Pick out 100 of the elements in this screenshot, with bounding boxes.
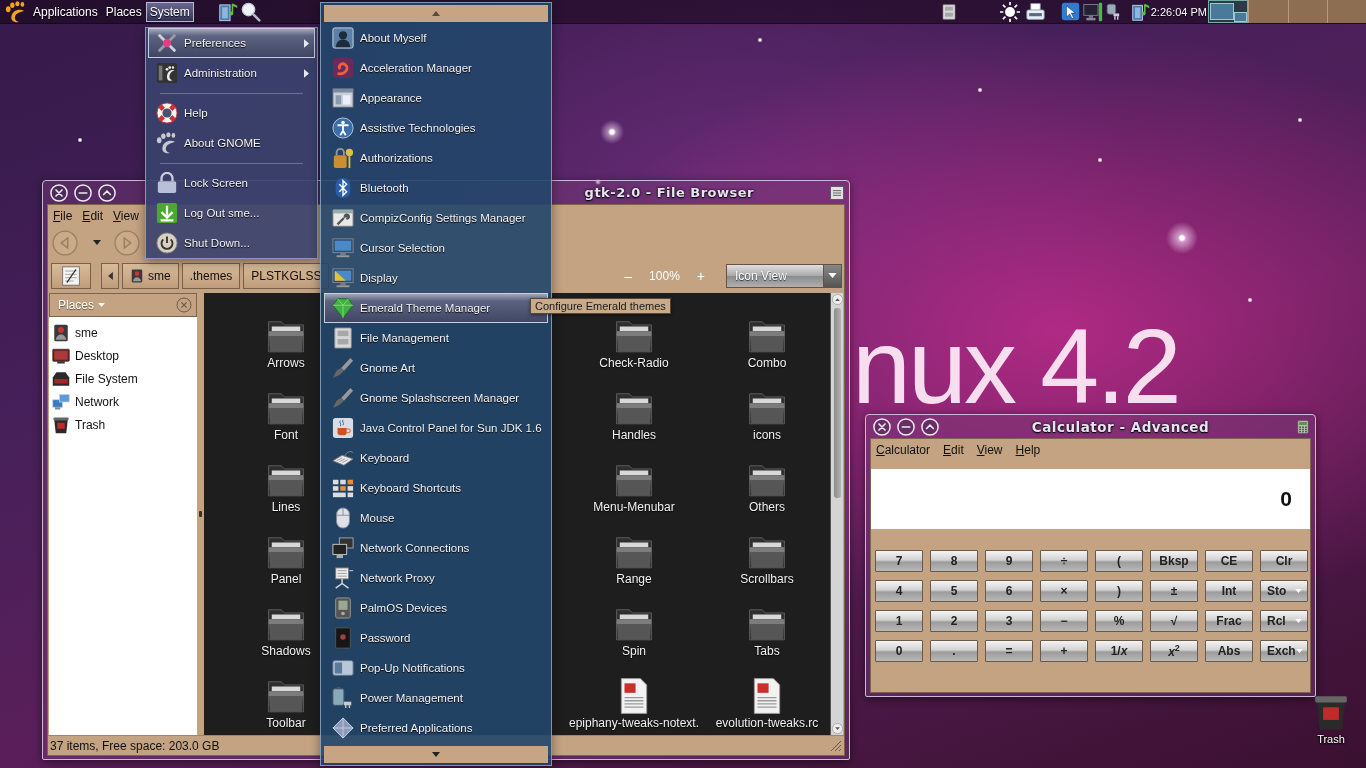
- minimize-button[interactable]: [74, 183, 92, 202]
- calculator-key[interactable]: Frac: [1205, 610, 1253, 632]
- cursor-icon[interactable]: [1060, 2, 1080, 21]
- workspace-tile[interactable]: [1248, 0, 1288, 23]
- calculator-key[interactable]: 0: [875, 640, 923, 662]
- menu-item[interactable]: Network Proxy: [324, 563, 548, 593]
- scrollbar-track[interactable]: [830, 293, 843, 735]
- folder-item[interactable]: Spin: [615, 605, 653, 659]
- menu-item[interactable]: Preferences: [148, 28, 315, 58]
- menu-item[interactable]: Keyboard: [324, 443, 548, 473]
- calculator-key[interactable]: 9: [985, 550, 1033, 572]
- folder-item[interactable]: Range: [615, 533, 653, 587]
- menu-item[interactable]: Shut Down...: [148, 228, 315, 258]
- menu-item[interactable]: About Myself: [324, 23, 548, 53]
- sidebar-item[interactable]: File System: [49, 367, 197, 390]
- calculator-key[interactable]: 6: [985, 580, 1033, 602]
- resize-grip-icon[interactable]: [830, 739, 842, 752]
- menu-item[interactable]: View: [108, 209, 144, 223]
- menu-item[interactable]: View: [971, 443, 1008, 457]
- menu-item[interactable]: Pop-Up Notifications: [324, 653, 548, 683]
- calculator-key[interactable]: ±: [1150, 580, 1198, 602]
- printer-icon[interactable]: [1024, 2, 1046, 21]
- menu-item[interactable]: Gnome Splashscreen Manager: [324, 383, 548, 413]
- close-sidebar-button[interactable]: [176, 297, 192, 313]
- calculator-key[interactable]: x$^{2}$: [1150, 640, 1198, 662]
- sidebar-item[interactable]: Trash: [49, 413, 197, 436]
- pane-splitter-handle[interactable]: [199, 511, 202, 517]
- panel-menu-button[interactable]: System: [145, 1, 194, 22]
- folder-item[interactable]: Lines: [267, 461, 305, 515]
- document-item[interactable]: evolution-tweaks.rc: [715, 677, 819, 731]
- menu-item[interactable]: Bluetooth: [324, 173, 548, 203]
- folder-item[interactable]: Font: [267, 389, 305, 443]
- workspace-tile[interactable]: [1326, 0, 1366, 23]
- menu-item[interactable]: Help: [148, 98, 315, 128]
- calculator-key[interactable]: .: [930, 640, 978, 662]
- workspace-tile[interactable]: [1208, 0, 1249, 23]
- menu-item[interactable]: File: [48, 209, 78, 223]
- calculator-key[interactable]: √: [1150, 610, 1198, 632]
- menu-item[interactable]: Mouse: [324, 503, 548, 533]
- edit-location-button[interactable]: [51, 262, 91, 289]
- calculator-key[interactable]: CE: [1205, 550, 1253, 572]
- folder-item[interactable]: Tabs: [748, 605, 786, 659]
- folder-item[interactable]: Toolbar: [266, 677, 306, 731]
- scrollbar-thumb[interactable]: [833, 308, 841, 498]
- menu-item[interactable]: Appearance: [324, 83, 548, 113]
- calculator-key[interactable]: ×: [1040, 580, 1088, 602]
- menu-item[interactable]: Edit: [77, 209, 109, 223]
- menu-item[interactable]: Preferred Applications: [324, 713, 548, 743]
- menu-item[interactable]: Edit: [938, 443, 969, 457]
- menu-item[interactable]: Power Management: [324, 683, 548, 713]
- folder-item[interactable]: Check-Radio: [599, 317, 669, 371]
- folder-item[interactable]: icons: [748, 389, 786, 443]
- folder-item[interactable]: Handles: [612, 389, 656, 443]
- calculator-icon[interactable]: [1296, 418, 1310, 435]
- menu-item[interactable]: Password: [324, 623, 548, 653]
- plug-icon[interactable]: [1104, 1, 1122, 22]
- calculator-key[interactable]: 5: [930, 580, 978, 602]
- path-button[interactable]: sme: [122, 262, 179, 289]
- menu-item[interactable]: CompizConfig Settings Manager: [324, 203, 548, 233]
- calculator-key[interactable]: Clr: [1260, 550, 1308, 572]
- panel-menu-button[interactable]: Places: [101, 1, 146, 22]
- menu-item[interactable]: Keyboard Shortcuts: [324, 473, 548, 503]
- calculator-key[interactable]: Sto: [1260, 580, 1308, 602]
- folder-item[interactable]: Shadows: [261, 605, 311, 659]
- close-button[interactable]: [50, 183, 68, 202]
- menu-item[interactable]: Authorizations: [324, 143, 548, 173]
- calculator-key[interactable]: Rcl: [1260, 610, 1308, 632]
- menu-item[interactable]: Lock Screen: [148, 168, 315, 198]
- sidebar-item[interactable]: sme: [49, 321, 197, 344]
- folder-item[interactable]: Scrollbars: [740, 533, 794, 587]
- search-icon[interactable]: [240, 1, 261, 22]
- path-scroll-button[interactable]: [101, 262, 119, 289]
- calculator-key[interactable]: ÷: [1040, 550, 1088, 572]
- clock[interactable]: 2:26:04 PM: [1150, 5, 1207, 18]
- calculator-key[interactable]: Int: [1205, 580, 1253, 602]
- window-menu-icon[interactable]: [830, 185, 844, 200]
- maximize-button[interactable]: [921, 417, 939, 436]
- menu-item[interactable]: Log Out sme...: [148, 198, 315, 228]
- menu-item[interactable]: Assistive Technologies: [324, 113, 548, 143]
- menu-item[interactable]: Cursor Selection: [324, 233, 548, 263]
- calculator-key[interactable]: 8: [930, 550, 978, 572]
- menu-item[interactable]: Help: [1010, 443, 1046, 457]
- calculator-key[interactable]: +: [1040, 640, 1088, 662]
- calculator-key[interactable]: 7: [875, 550, 923, 572]
- cabinet-icon[interactable]: [940, 2, 957, 21]
- calculator-key[interactable]: Abs: [1205, 640, 1253, 662]
- folder-item[interactable]: Panel: [267, 533, 305, 587]
- calculator-key[interactable]: 2: [930, 610, 978, 632]
- calculator-key[interactable]: Bksp: [1150, 550, 1198, 572]
- monitor-icon[interactable]: [1082, 1, 1103, 22]
- sidebar-item[interactable]: Network: [49, 390, 197, 413]
- folder-item[interactable]: Arrows: [267, 317, 305, 371]
- desktop-trash-item[interactable]: Trash: [1306, 693, 1356, 745]
- menu-item[interactable]: PalmOS Devices: [324, 593, 548, 623]
- calculator-key[interactable]: ): [1095, 580, 1143, 602]
- menu-item[interactable]: Gnome Art: [324, 353, 548, 383]
- music-note-icon[interactable]: [1131, 1, 1150, 22]
- panel-menu-button[interactable]: Applications: [29, 1, 102, 22]
- folder-item[interactable]: Menu-Menubar: [593, 461, 675, 515]
- maximize-button[interactable]: [98, 183, 116, 202]
